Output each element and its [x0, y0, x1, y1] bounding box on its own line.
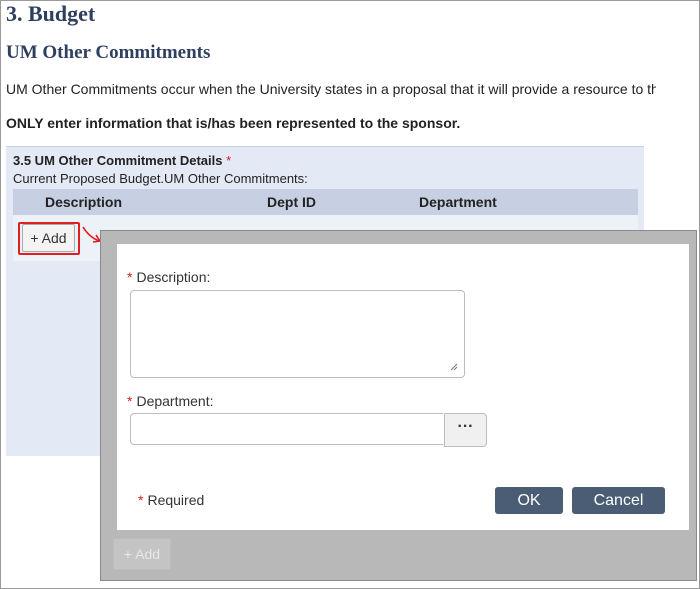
disabled-add-button: + Add: [113, 538, 171, 570]
intro-text: UM Other Commitments occur when the Univ…: [6, 81, 656, 97]
ok-button[interactable]: OK: [495, 487, 563, 514]
add-commitment-dialog: * Description: * Department: ··· * Required…: [117, 244, 689, 530]
subsection-title: UM Other Commitments: [6, 42, 211, 63]
description-label-text: Description:: [136, 269, 211, 285]
table-header: Description Dept ID Department: [13, 189, 638, 215]
resize-handle-icon[interactable]: [450, 363, 458, 371]
required-star: *: [138, 492, 144, 508]
department-label-text: Department:: [136, 393, 214, 409]
required-star: *: [127, 269, 133, 285]
description-field[interactable]: [130, 290, 465, 378]
panel-title-text: 3.5 UM Other Commitment Details: [13, 153, 223, 168]
section-title: 3. Budget: [6, 1, 96, 26]
department-field[interactable]: [130, 413, 443, 445]
column-header-department[interactable]: Department: [419, 194, 497, 210]
page-frame: 3. Budget UM Other Commitments UM Other …: [0, 0, 700, 589]
column-header-description[interactable]: Description: [45, 194, 122, 210]
required-note: * Required: [138, 491, 204, 509]
panel-subtitle: Current Proposed Budget.UM Other Commitm…: [13, 171, 308, 186]
column-header-dept-id[interactable]: Dept ID: [267, 194, 316, 210]
department-browse-button[interactable]: ···: [444, 413, 487, 447]
required-star: *: [226, 153, 232, 168]
department-label: * Department:: [127, 392, 214, 410]
panel-title: 3.5 UM Other Commitment Details *: [13, 153, 231, 169]
required-note-text: Required: [147, 492, 205, 508]
description-label: * Description:: [127, 268, 210, 286]
cancel-button[interactable]: Cancel: [572, 487, 665, 514]
add-button-highlight: [18, 222, 80, 255]
required-star: *: [127, 393, 133, 409]
sponsor-note: ONLY enter information that is/has been …: [6, 115, 461, 131]
